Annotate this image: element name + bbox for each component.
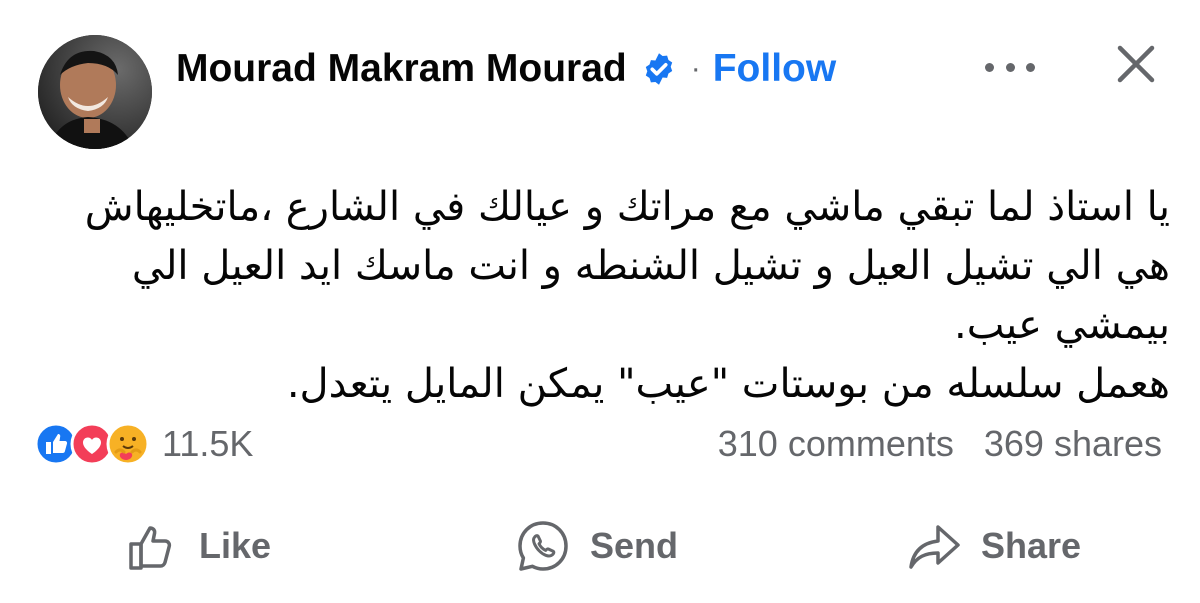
messenger-icon <box>518 521 568 571</box>
send-button[interactable]: Send <box>514 510 678 582</box>
share-button[interactable]: Share <box>905 510 1081 582</box>
like-label: Like <box>199 525 272 566</box>
post-paragraph: يا استاذ لما تبقي ماشي مع مراتك و عيالك … <box>84 184 1170 348</box>
follow-button[interactable]: Follow <box>713 47 836 91</box>
post-stats: 310 comments 369 shares <box>718 420 1162 468</box>
share-label: Share <box>981 525 1082 566</box>
author-avatar[interactable] <box>38 35 152 149</box>
care-reaction-icon <box>106 422 150 466</box>
reactions-summary[interactable]: 11.5K <box>34 420 253 468</box>
close-icon[interactable] <box>1112 40 1160 88</box>
comments-count[interactable]: 310 comments <box>718 423 954 465</box>
post-paragraph: هعمل سلسله من بوستات "عيب" يمكن المايل ي… <box>286 361 1170 407</box>
more-dots-icon <box>985 62 994 72</box>
thumbs-up-icon <box>129 526 172 570</box>
author-name[interactable]: Mourad Makram Mourad <box>176 47 627 91</box>
post-header: Mourad Makram Mourad · Follow <box>176 42 836 96</box>
header-separator: · <box>690 52 701 85</box>
more-dots-icon <box>1005 62 1015 72</box>
more-options-button[interactable] <box>985 52 1035 82</box>
like-button[interactable]: Like <box>123 510 271 582</box>
more-dots-icon <box>1026 62 1035 72</box>
avatar-photo <box>38 35 152 149</box>
reaction-count[interactable]: 11.5K <box>162 423 253 465</box>
shares-count[interactable]: 369 shares <box>984 423 1162 465</box>
post-body: يا استاذ لما تبقي ماشي مع مراتك و عيالك … <box>80 178 1170 414</box>
post-action-bar: Like Send Share <box>0 510 1200 582</box>
share-arrow-icon <box>909 525 960 569</box>
verified-badge-icon <box>645 53 672 85</box>
send-label: Send <box>590 525 679 566</box>
